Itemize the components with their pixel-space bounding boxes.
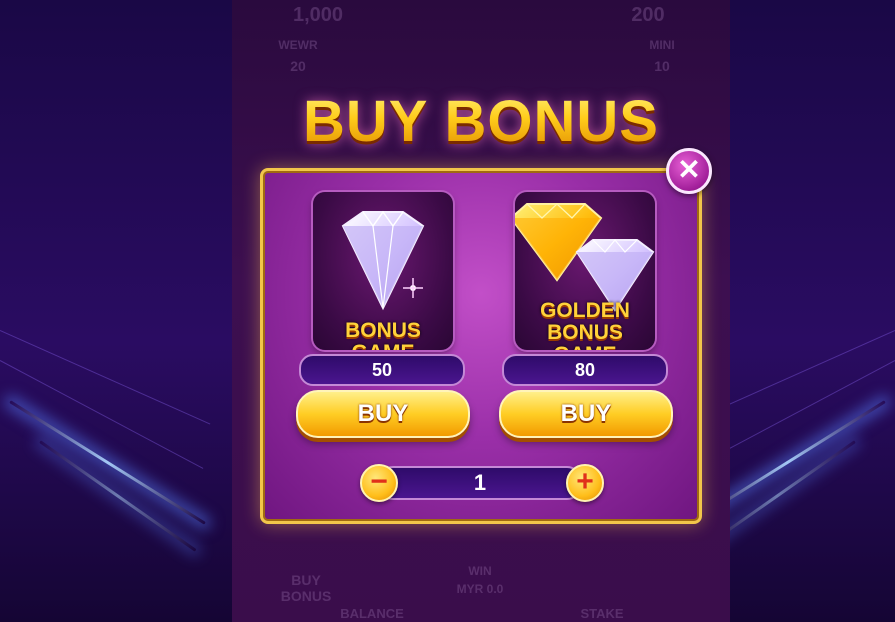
plus-icon[interactable]: +: [566, 464, 604, 502]
buy-golden-bonus-game-button[interactable]: BUY: [499, 390, 673, 438]
close-icon[interactable]: ✕: [666, 148, 712, 194]
golden-bonus-game-card[interactable]: GOLDEN BONUS GAME: [515, 192, 655, 350]
jackpot-label-right: MINI: [649, 38, 675, 52]
golden-bonus-game-label: GOLDEN BONUS GAME: [540, 299, 630, 351]
gold-diamond-icon: [515, 203, 655, 312]
jackpot-amount-left: 20: [290, 58, 306, 74]
win-value: MYR 0.0: [456, 582, 504, 596]
bonus-game-price: 50: [299, 354, 465, 386]
bonus-game-label: BONUS GAME: [345, 319, 421, 351]
minus-icon[interactable]: −: [360, 464, 398, 502]
jackpot-label-left: WEWR: [278, 38, 318, 52]
jackpot-value-right: 200: [631, 4, 665, 26]
golden-bonus-game-price: 80: [502, 354, 668, 386]
bonus-game-card[interactable]: BONUS GAME: [313, 192, 453, 350]
jackpot-amount-right: 10: [654, 58, 670, 74]
quantity-value: 1: [378, 466, 582, 500]
white-diamond-icon: [341, 210, 425, 311]
jackpot-value-left: 1,000: [292, 4, 344, 26]
buy-bonus-game-button[interactable]: BUY: [296, 390, 470, 438]
buy-bonus-button-dimmed: BUY BONUS: [280, 572, 332, 604]
buy-bonus-title: BUY BONUS: [232, 88, 730, 155]
balance-label: BALANCE: [340, 606, 404, 621]
left-backdrop: [0, 0, 232, 622]
win-label: WIN: [468, 564, 492, 578]
stake-label: STAKE: [580, 606, 624, 621]
